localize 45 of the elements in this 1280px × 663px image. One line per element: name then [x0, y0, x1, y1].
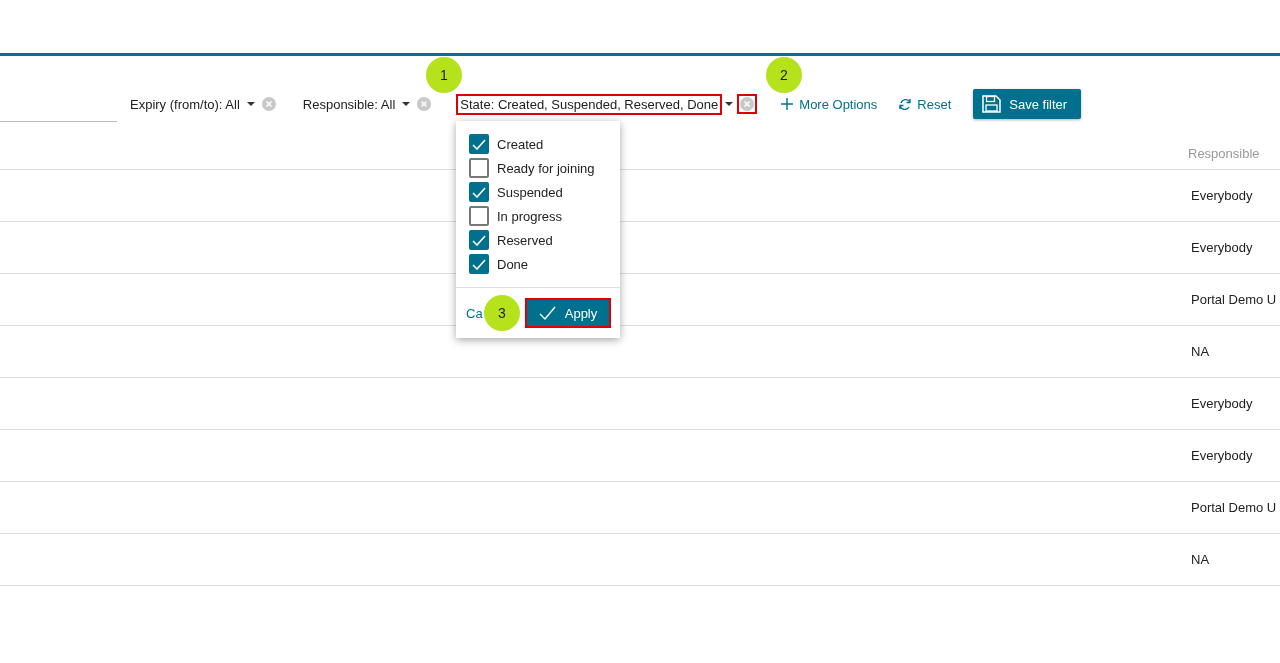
- check-icon: [472, 186, 486, 198]
- checkbox-option[interactable]: Reserved: [456, 228, 559, 252]
- checkbox-option[interactable]: Done: [456, 252, 535, 276]
- table-cell-text: Everybody: [1191, 396, 1254, 411]
- checkbox[interactable]: [469, 230, 489, 250]
- refresh-icon: [899, 98, 912, 110]
- caret-icon: [725, 102, 734, 106]
- checkbox[interactable]: [469, 134, 489, 154]
- close-icon: [740, 97, 755, 111]
- apply-button[interactable]: Apply: [525, 298, 611, 328]
- check-icon: [538, 306, 556, 320]
- checkbox[interactable]: [469, 182, 489, 202]
- save-filter-button[interactable]: Save filter: [973, 89, 1082, 119]
- clear-button[interactable]: [739, 96, 756, 112]
- table-cell-text: Portal Demo U: [1191, 292, 1278, 307]
- checkbox-option[interactable]: In progress: [456, 204, 569, 228]
- caret-icon: [246, 102, 255, 106]
- reset-link[interactable]: Reset: [899, 96, 952, 112]
- check-icon: [472, 258, 486, 270]
- checkbox-option[interactable]: Ready for joining: [456, 156, 601, 180]
- check-icon: [472, 138, 486, 150]
- cancel-link[interactable]: Ca: [466, 305, 483, 321]
- table-cell-text: Everybody: [1191, 240, 1254, 255]
- checkbox[interactable]: [469, 158, 489, 178]
- checkbox-option[interactable]: Created: [456, 132, 550, 156]
- close-icon: [261, 97, 276, 111]
- filter-dropdown[interactable]: Responsible: All: [302, 95, 398, 113]
- close-icon: [417, 97, 432, 111]
- callout-badge: 1: [426, 57, 462, 93]
- column-header: Responsible: [1188, 146, 1261, 161]
- more-options-link[interactable]: More Options: [781, 96, 878, 112]
- callout-badge: 2: [766, 57, 802, 93]
- table-cell-text: Everybody: [1191, 188, 1254, 203]
- checkbox-option[interactable]: Suspended: [456, 180, 569, 204]
- checkbox[interactable]: [469, 254, 489, 274]
- table-cell-text: Portal Demo U: [1191, 500, 1278, 515]
- caret-icon: [402, 102, 411, 106]
- table-cell-text: NA: [1191, 552, 1211, 567]
- table-cell-text: NA: [1191, 344, 1211, 359]
- check-icon: [472, 234, 486, 246]
- checkbox[interactable]: [469, 206, 489, 226]
- plus-icon: [781, 98, 794, 110]
- table-cell-text: Everybody: [1191, 448, 1254, 463]
- filter-dropdown[interactable]: Expiry (from/to): All: [130, 95, 242, 113]
- filter-dropdown[interactable]: State: Created, Suspended, Reserved, Done: [458, 95, 721, 113]
